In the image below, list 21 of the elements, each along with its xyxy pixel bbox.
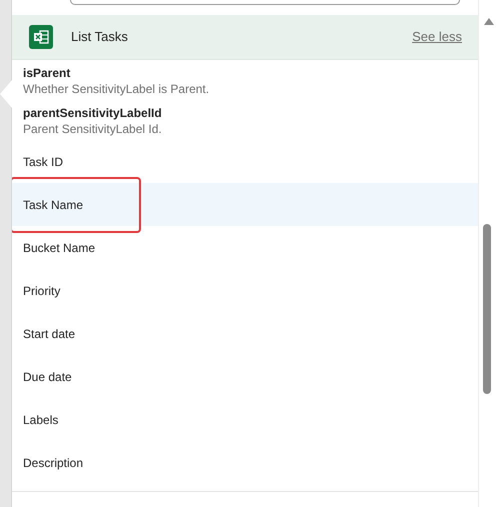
scroll-up-icon[interactable] xyxy=(484,18,494,25)
scroll-thumb[interactable] xyxy=(483,224,491,394)
field-item[interactable]: Description xyxy=(12,441,478,484)
field-item[interactable]: Start date xyxy=(12,312,478,355)
field-description: Parent SensitivityLabel Id. xyxy=(23,121,163,137)
field-item[interactable]: Task Name xyxy=(12,183,478,226)
section-title: List Tasks xyxy=(71,28,129,46)
spreadsheet-icon xyxy=(29,25,53,49)
field-item[interactable]: Labels xyxy=(12,398,478,441)
see-less-link[interactable]: See less xyxy=(412,27,462,47)
search-field[interactable] xyxy=(70,0,460,5)
field-item[interactable]: isParent Whether SensitivityLabel is Parent. xyxy=(12,60,478,100)
pointer-notch xyxy=(0,80,12,108)
field-item[interactable]: Bucket Name xyxy=(12,226,478,269)
field-description: Whether SensitivityLabel is Parent. xyxy=(23,81,210,97)
field-item[interactable]: parentSensitivityLabelId Parent SensitivityLabel Id. xyxy=(12,100,478,140)
field-item[interactable]: Due date xyxy=(12,355,478,398)
field-item[interactable]: Task ID xyxy=(12,140,478,183)
field-name: parentSensitivityLabelId xyxy=(23,105,163,121)
field-name: isParent xyxy=(23,65,72,81)
field-item[interactable]: Priority xyxy=(12,269,478,312)
